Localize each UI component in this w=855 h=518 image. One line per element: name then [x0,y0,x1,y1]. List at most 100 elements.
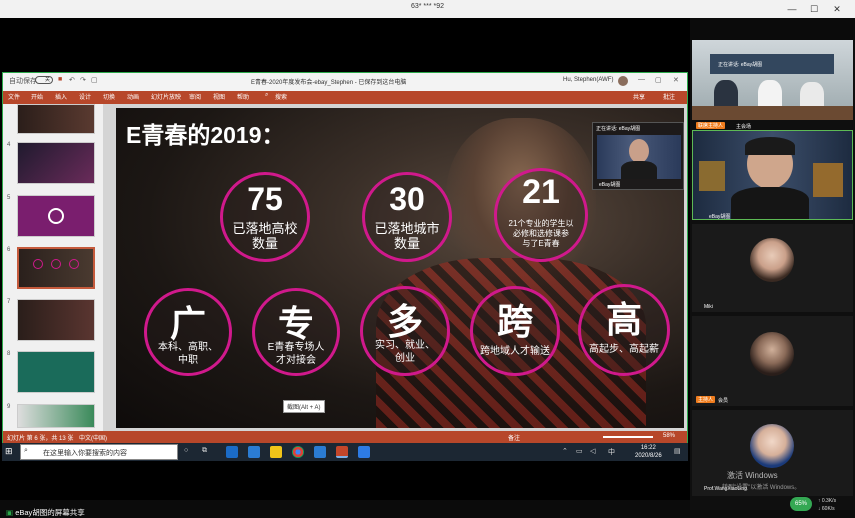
meeting-title: 63* *** *92 [410,3,445,10]
thumbnail-4[interactable] [17,142,95,184]
feature-circle-many: 多 实习、就业、 创业 [360,286,450,376]
thumb-num: 8 [7,351,11,357]
thumbnail-8[interactable] [17,351,95,393]
slide-title: E青春的2019： [126,122,285,148]
feature-circle-cross: 跨 跨地域人才输送 [470,286,560,376]
host-badge: 主持人 [696,396,716,403]
activate-windows-hint: 转到"设置"以激活 Windows。 [722,485,801,491]
current-slide: E青春的2019： 75 已落地高校 数量 30 已落地城市 数量 21 21个… [116,108,684,428]
tab-slideshow[interactable]: 幻灯片放映 [151,92,181,101]
tab-search[interactable]: 搜索 [275,92,287,101]
thumb-num: 6 [7,247,11,253]
close-button[interactable]: ✕ [830,2,844,16]
autosave-toggle[interactable]: 关 [35,76,53,84]
tab-insert[interactable]: 插入 [55,92,67,101]
notes-button[interactable]: 备注 [508,433,520,442]
tab-help[interactable]: 帮助 [237,92,249,101]
feature-char: 广 [169,303,206,344]
thumbnail-9[interactable] [17,404,95,428]
ime-indicator[interactable]: 中 [608,447,615,457]
search-icon[interactable]: ⌕ [265,92,268,99]
thumbnail-pane: 4 5 6 7 8 9 [3,104,103,431]
document-title: E青春-2020年度发布会-ebay_Stephen - 已保存到这台电脑 [251,80,407,86]
tab-file[interactable]: 文件 [8,92,20,101]
feature-label: 高起步、高起薪 [589,344,659,355]
feature-label: 跨地域人才输送 [480,346,550,357]
screen-share-label: ▣ eBay胡图的屏幕共享 [6,508,85,517]
task-switch-icon[interactable]: ⧉ [202,447,207,455]
ie-icon[interactable] [314,446,326,458]
tab-design[interactable]: 设计 [79,92,91,101]
windows-taskbar: ⊞ ⌕ 在这里输入你要搜索的内容 ○ ⧉ ⌃ ▭ ◁ 中 16:22 2020/… [2,443,688,461]
thumb-num: 9 [7,404,11,410]
share-button[interactable]: 共享 [633,92,645,101]
task-view-icon[interactable]: ○ [184,447,188,454]
feature-label: 本科、高职、 中职 [158,342,218,366]
tab-home[interactable]: 开始 [31,92,43,101]
minimize-button[interactable]: — [785,2,799,16]
tab-transitions[interactable]: 切换 [103,92,115,101]
zoom-slider[interactable] [603,436,653,438]
stat-circle-universities: 75 已落地高校 数量 [220,172,310,262]
tab-view[interactable]: 视图 [213,92,225,101]
comment-button[interactable]: 批注 [663,92,675,101]
speaker-overlay[interactable]: 正在讲话: eBay胡图 eBay胡图 [592,122,684,190]
upload-speed: ↑ 0.3K/s [818,498,837,504]
video-tile-main-venue[interactable]: 正在讲话: eBay胡图 联席主持人 主会场 [692,40,853,130]
outlook-icon[interactable] [226,446,238,458]
share-icon: ▣ [6,508,14,517]
speaker-video [597,135,681,179]
chrome-icon[interactable] [292,446,304,458]
close-icon[interactable]: ✕ [673,76,679,84]
thumb-num: 4 [7,142,11,148]
thumbnail-6[interactable] [17,247,95,289]
download-speed: ↓ 60K/s [818,506,835,512]
feature-char: 专 [277,303,314,344]
thumbnail-3[interactable] [17,104,95,134]
network-icon[interactable]: ▭ [576,447,583,455]
windows-start-icon[interactable]: ⊞ [5,446,13,457]
stat-label: 已落地高校 数量 [232,221,298,251]
thumb-num: 7 [7,299,11,305]
tab-animations[interactable]: 动画 [127,92,139,101]
video-tile-member[interactable]: 主持人 会员 [692,316,853,406]
undo-icon[interactable]: ↶ [69,76,75,84]
clock-date: 2020/8/26 [635,453,662,459]
feature-char: 跨 [496,301,533,342]
meeting-bottombar [0,500,690,517]
zoom-level[interactable]: 58% [663,433,675,439]
edge-icon[interactable] [248,446,260,458]
redo-icon[interactable]: ↷ [80,76,86,84]
video-tile-miki[interactable]: Miki [692,224,853,312]
tray-up-icon[interactable]: ⌃ [562,447,568,455]
screenshot-tooltip: 截图(Alt + A) [283,400,325,413]
stat-circle-cities: 30 已落地城市 数量 [362,172,452,262]
thumbnail-7[interactable] [17,299,95,341]
stat-label: 已落地城市 数量 [374,221,440,251]
stat-value: 75 [247,181,283,217]
maximize-button[interactable]: ☐ [807,2,821,16]
avatar [750,424,794,468]
notification-icon[interactable]: ▤ [674,447,681,455]
tab-review[interactable]: 审阅 [189,92,201,101]
clock-time: 16:22 [640,445,656,451]
status-language[interactable]: 中文(中国) [79,433,107,442]
user-avatar[interactable] [618,76,628,86]
user-name[interactable]: Hu, Stephen(AWF) [563,77,613,83]
taskbar-search[interactable]: ⌕ 在这里输入你要搜索的内容 [20,444,178,460]
video-tile-speaker[interactable]: eBay胡图 [692,130,853,220]
network-quality-badge[interactable]: 65% [790,497,812,511]
save-icon[interactable]: ■ [58,76,62,83]
volume-icon[interactable]: ◁ [590,447,595,455]
meeting-app-icon[interactable] [358,446,370,458]
present-icon[interactable]: ▢ [91,76,98,84]
autosave-label: 自动保存 [9,78,37,85]
thumbnail-5[interactable] [17,195,95,237]
powerpoint-icon[interactable] [336,446,348,458]
taskbar-clock[interactable]: 16:22 2020/8/26 [635,444,662,460]
avatar [750,238,794,282]
folder-icon[interactable] [270,446,282,458]
restore-icon[interactable]: ▢ [655,76,662,84]
participant-name: 会员 [718,398,729,404]
minimize-icon[interactable]: — [638,76,645,83]
